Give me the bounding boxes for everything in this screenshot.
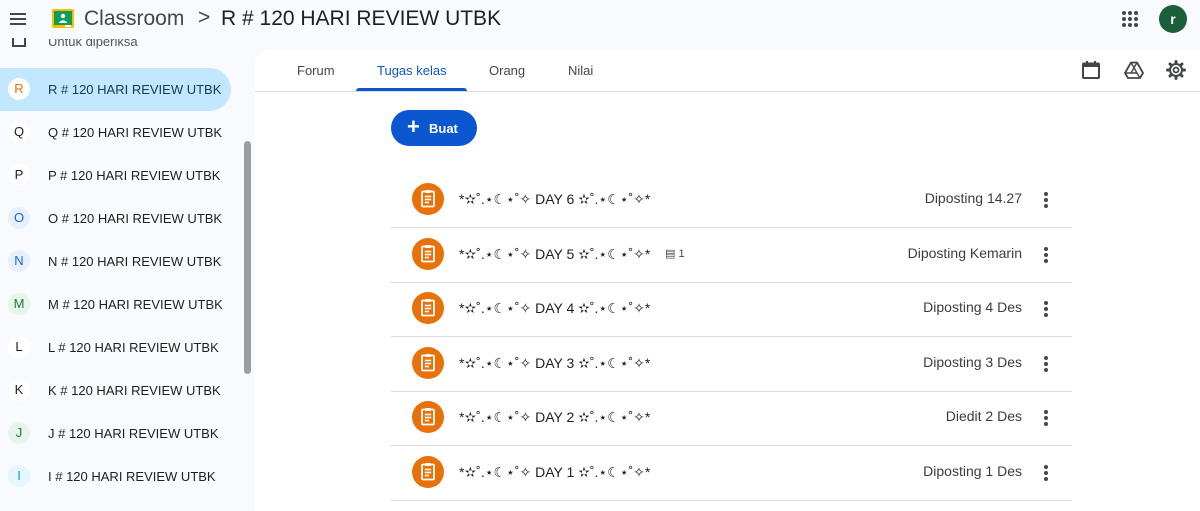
assignment-title: *✫˚.⋆☾⋆˚✧ DAY 3 ✫˚.⋆☾⋆˚✧* — [459, 354, 651, 371]
classroom-logo-icon[interactable] — [52, 9, 74, 28]
breadcrumb-class-name[interactable]: R # 120 HARI REVIEW UTBK — [221, 7, 501, 31]
assignment-row[interactable]: *✫˚.⋆☾⋆˚✧ DAY 4 ✫˚.⋆☾⋆˚✧* Diposting 4 Des — [391, 283, 1072, 338]
comment-count: ▤ 1 — [665, 247, 685, 260]
assignment-icon — [412, 401, 444, 434]
assignment-row[interactable]: *✫˚.⋆☾⋆˚✧ DAY 2 ✫˚.⋆☾⋆˚✧* Diedit 2 Des — [391, 392, 1072, 447]
assignment-title: *✫˚.⋆☾⋆˚✧ DAY 2 ✫˚.⋆☾⋆˚✧* — [459, 409, 651, 426]
drive-icon[interactable] — [1124, 60, 1144, 80]
google-apps-icon[interactable] — [1122, 11, 1138, 27]
sidebar-item-class[interactable]: P P # 120 HARI REVIEW UTBK — [0, 154, 231, 197]
class-avatar: P — [8, 164, 30, 186]
assignment-row[interactable]: *✫˚.⋆☾⋆˚✧ DAY 1 ✫˚.⋆☾⋆˚✧* Diposting 1 Des — [391, 447, 1072, 501]
class-avatar: J — [8, 422, 30, 444]
sidebar: Untuk diperiksa R R # 120 HARI REVIEW UTB… — [0, 38, 255, 511]
more-options-icon[interactable] — [1040, 463, 1052, 483]
sidebar-item-class[interactable]: Q Q # 120 HARI REVIEW UTBK — [0, 111, 231, 154]
breadcrumb-separator-icon: > — [198, 6, 211, 29]
sidebar-item-class[interactable]: I I # 120 HARI REVIEW UTBK — [0, 455, 231, 498]
main-menu-icon[interactable] — [10, 10, 28, 26]
sidebar-item-label: K # 120 HARI REVIEW UTBK — [48, 383, 221, 398]
tab-classwork[interactable]: Tugas kelas — [377, 63, 447, 78]
sidebar-item-label: M # 120 HARI REVIEW UTBK — [48, 297, 223, 312]
assignment-icon — [412, 237, 444, 270]
assignment-status: Diposting Kemarin — [907, 244, 1022, 261]
sidebar-item-to-review[interactable]: Untuk diperiksa — [48, 39, 138, 49]
tab-people[interactable]: Orang — [489, 63, 525, 78]
comment-icon: ▤ — [665, 247, 676, 260]
assignment-row[interactable]: *✫˚.⋆☾⋆˚✧ DAY 6 ✫˚.⋆☾⋆˚✧* Diposting 14.27 — [391, 174, 1072, 228]
tab-grades[interactable]: Nilai — [568, 63, 593, 78]
create-button[interactable]: + Buat — [391, 110, 477, 146]
class-avatar: M — [8, 293, 30, 315]
sidebar-item-class[interactable]: O O # 120 HARI REVIEW UTBK — [0, 197, 231, 240]
calendar-icon[interactable] — [1081, 60, 1101, 80]
account-avatar[interactable]: r — [1159, 5, 1187, 33]
class-avatar: R — [8, 78, 30, 100]
assignment-title: *✫˚.⋆☾⋆˚✧ DAY 4 ✫˚.⋆☾⋆˚✧* — [459, 300, 651, 317]
classwork-panel: Forum Tugas kelas Orang Nilai + Buat *✫˚… — [255, 49, 1200, 511]
assignment-status: Diposting 3 Des — [923, 353, 1022, 370]
assignment-icon — [412, 456, 444, 488]
sidebar-item-class[interactable]: K K # 120 HARI REVIEW UTBK — [0, 369, 231, 412]
assignment-title: *✫˚.⋆☾⋆˚✧ DAY 6 ✫˚.⋆☾⋆˚✧* — [459, 191, 651, 207]
more-options-icon[interactable] — [1040, 408, 1052, 428]
sidebar-item-label: N # 120 HARI REVIEW UTBK — [48, 254, 222, 269]
sidebar-item-label: I # 120 HARI REVIEW UTBK — [48, 469, 216, 484]
sidebar-item-label: P # 120 HARI REVIEW UTBK — [48, 168, 221, 183]
sidebar-item-class[interactable]: R R # 120 HARI REVIEW UTBK — [0, 68, 231, 111]
plus-icon: + — [407, 114, 420, 139]
assignment-icon — [412, 183, 444, 215]
assignment-status: Diposting 14.27 — [924, 190, 1022, 206]
class-avatar: L — [8, 336, 30, 358]
comment-count-value: 1 — [678, 247, 685, 260]
class-tabs: Forum Tugas kelas Orang Nilai — [255, 49, 1200, 92]
active-tab-indicator — [356, 88, 467, 91]
sidebar-scrollbar[interactable] — [244, 141, 251, 374]
sidebar-item-label: O # 120 HARI REVIEW UTBK — [48, 211, 223, 226]
class-avatar: I — [8, 465, 30, 487]
sidebar-item-class[interactable]: M M # 120 HARI REVIEW UTBK — [0, 283, 231, 326]
assignment-icon — [412, 346, 444, 379]
more-options-icon[interactable] — [1040, 354, 1052, 374]
tab-forum[interactable]: Forum — [297, 63, 335, 78]
sidebar-item-class[interactable]: L L # 120 HARI REVIEW UTBK — [0, 326, 231, 369]
more-options-icon[interactable] — [1040, 190, 1052, 210]
class-avatar: O — [8, 207, 30, 229]
sidebar-item-label: J # 120 HARI REVIEW UTBK — [48, 426, 219, 441]
sidebar-item-label: L # 120 HARI REVIEW UTBK — [48, 340, 219, 355]
assignment-title: *✫˚.⋆☾⋆˚✧ DAY 5 ✫˚.⋆☾⋆˚✧* — [459, 245, 651, 262]
assignment-row[interactable]: *✫˚.⋆☾⋆˚✧ DAY 5 ✫˚.⋆☾⋆˚✧* ▤ 1 Diposting Ke… — [391, 229, 1072, 283]
create-button-label: Buat — [429, 121, 458, 136]
assignment-row[interactable]: *✫˚.⋆☾⋆˚✧ DAY 3 ✫˚.⋆☾⋆˚✧* Diposting 3 Des — [391, 338, 1072, 392]
sidebar-item-label: Q # 120 HARI REVIEW UTBK — [48, 125, 223, 140]
more-options-icon[interactable] — [1040, 299, 1052, 319]
class-avatar: N — [8, 250, 30, 272]
assignment-icon — [412, 292, 444, 325]
sidebar-item-class[interactable]: N N # 120 HARI REVIEW UTBK — [0, 240, 231, 283]
top-app-bar: Classroom > R # 120 HARI REVIEW UTBK r — [0, 0, 1200, 40]
assignment-status: Diedit 2 Des — [945, 408, 1022, 425]
to-review-icon — [12, 38, 26, 47]
sidebar-item-label: R # 120 HARI REVIEW UTBK — [48, 82, 222, 97]
app-title[interactable]: Classroom — [84, 7, 184, 31]
class-avatar: K — [8, 379, 30, 401]
settings-icon[interactable] — [1166, 60, 1186, 80]
more-options-icon[interactable] — [1040, 245, 1052, 265]
assignment-title: *✫˚.⋆☾⋆˚✧ DAY 1 ✫˚.⋆☾⋆˚✧* — [459, 464, 651, 480]
assignment-status: Diposting 4 Des — [923, 299, 1022, 316]
class-avatar: Q — [8, 121, 30, 143]
assignment-status: Diposting 1 Des — [923, 463, 1022, 479]
sidebar-item-class[interactable]: J J # 120 HARI REVIEW UTBK — [0, 412, 231, 455]
